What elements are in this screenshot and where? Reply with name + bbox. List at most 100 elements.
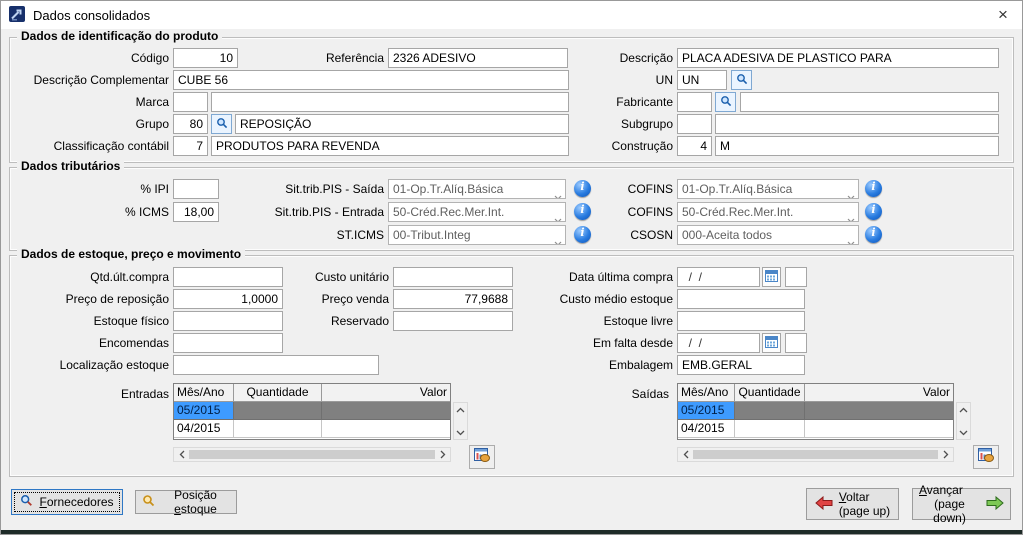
- forward-arrow-icon: [986, 496, 1004, 513]
- scrollbar-thumb[interactable]: [189, 450, 435, 459]
- cell-mes-ano[interactable]: 04/2015: [678, 420, 735, 438]
- calendar-icon: [765, 335, 778, 351]
- classificacao-contabil-label: Classificação contábil: [9, 136, 169, 156]
- em-falta-desde-field[interactable]: / /: [677, 333, 760, 353]
- cell-valor[interactable]: [322, 402, 450, 420]
- preco-venda-label: Preço venda: [251, 289, 389, 309]
- encomendas-field[interactable]: [173, 333, 283, 353]
- descricao-field[interactable]: PLACA ADESIVA DE PLASTICO PARA: [677, 48, 999, 68]
- fabricante-search-button[interactable]: [715, 92, 736, 112]
- fornecedores-button[interactable]: Fornecedores: [11, 489, 123, 515]
- scrollbar-thumb[interactable]: [693, 450, 938, 459]
- data-ultima-compra-field[interactable]: / /: [677, 267, 760, 287]
- cell-mes-ano[interactable]: 04/2015: [174, 420, 234, 438]
- cell-valor[interactable]: [805, 420, 953, 438]
- cell-valor[interactable]: [322, 420, 450, 438]
- scroll-right-icon[interactable]: [940, 450, 951, 459]
- cell-quantidade[interactable]: [735, 420, 805, 438]
- scroll-down-icon[interactable]: [455, 428, 466, 437]
- estoque-livre-label: Estoque livre: [501, 311, 673, 331]
- un-field[interactable]: UN: [677, 70, 727, 90]
- group-identificacao-title: Dados de identificação do produto: [17, 29, 222, 43]
- fabricante-field[interactable]: [740, 92, 999, 112]
- preco-venda-field[interactable]: 77,9688: [393, 289, 513, 309]
- saidas-horizontal-scrollbar[interactable]: [677, 447, 954, 462]
- cell-valor[interactable]: [805, 402, 953, 420]
- table-row[interactable]: 05/2015: [678, 402, 953, 420]
- app-icon: [9, 6, 25, 25]
- table-row[interactable]: 05/2015: [174, 402, 450, 420]
- saidas-chart-button[interactable]: [973, 445, 999, 469]
- estoque-livre-field[interactable]: [677, 311, 805, 331]
- table-row[interactable]: 04/2015: [174, 420, 450, 438]
- column-header[interactable]: Quantidade: [234, 384, 322, 402]
- marca-label: Marca: [9, 92, 169, 112]
- entradas-horizontal-scrollbar[interactable]: [173, 447, 451, 462]
- scroll-left-icon[interactable]: [176, 450, 187, 459]
- grupo-search-button[interactable]: [211, 114, 232, 134]
- cell-quantidade[interactable]: [234, 420, 322, 438]
- em-falta-desde-calendar-button[interactable]: [762, 333, 781, 353]
- icms-field[interactable]: 18,00: [173, 202, 219, 222]
- subgrupo-field[interactable]: [715, 114, 999, 134]
- marca-code-field[interactable]: [173, 92, 208, 112]
- un-search-button[interactable]: [731, 70, 752, 90]
- localizacao-estoque-field[interactable]: [173, 355, 379, 375]
- scroll-up-icon[interactable]: [455, 405, 466, 414]
- em-falta-desde-extra-field[interactable]: [785, 333, 807, 353]
- fabricante-code-field[interactable]: [677, 92, 712, 112]
- classificacao-contabil-code-field[interactable]: 7: [173, 136, 208, 156]
- cofins-saida-info-icon[interactable]: i: [865, 180, 882, 197]
- entradas-label: Entradas: [9, 384, 169, 404]
- table-row[interactable]: 04/2015: [678, 420, 953, 438]
- subgrupo-code-field[interactable]: [677, 114, 712, 134]
- voltar-button[interactable]: Voltar (page up): [806, 488, 899, 520]
- fornecedores-button-label: Fornecedores: [39, 495, 113, 509]
- cell-mes-ano[interactable]: 05/2015: [174, 402, 234, 420]
- entradas-chart-button[interactable]: [469, 445, 495, 469]
- embalagem-field[interactable]: EMB.GERAL: [677, 355, 805, 375]
- cofins-entrada-select[interactable]: 50-Créd.Rec.Mer.Int.: [677, 202, 859, 222]
- construcao-code-field[interactable]: 4: [677, 136, 712, 156]
- construcao-field[interactable]: M: [715, 136, 999, 156]
- data-ultima-compra-calendar-button[interactable]: [762, 267, 781, 287]
- column-header[interactable]: Mês/Ano: [678, 384, 735, 402]
- scroll-right-icon[interactable]: [437, 450, 448, 459]
- reservado-label: Reservado: [251, 311, 389, 331]
- close-icon[interactable]: ×: [984, 1, 1022, 29]
- un-label: UN: [501, 70, 673, 90]
- entradas-vertical-scrollbar[interactable]: [453, 402, 468, 440]
- column-header[interactable]: Mês/Ano: [174, 384, 234, 402]
- scroll-up-icon[interactable]: [958, 405, 969, 414]
- saidas-vertical-scrollbar[interactable]: [956, 402, 971, 440]
- embalagem-label: Embalagem: [501, 355, 673, 375]
- custo-medio-estoque-field[interactable]: [677, 289, 805, 309]
- back-arrow-icon: [815, 496, 833, 513]
- column-header[interactable]: Valor: [322, 384, 450, 402]
- cell-quantidade[interactable]: [234, 402, 322, 420]
- custo-unitario-field[interactable]: [393, 267, 513, 287]
- cell-quantidade[interactable]: [735, 402, 805, 420]
- column-header[interactable]: Valor: [805, 384, 953, 402]
- chevron-down-icon: [847, 210, 855, 222]
- column-header[interactable]: Quantidade: [735, 384, 805, 402]
- cofins-entrada-info-icon[interactable]: i: [865, 203, 882, 220]
- entradas-table: Mês/Ano Quantidade Valor 05/2015 04/2015: [173, 383, 451, 440]
- csosn-select[interactable]: 000-Aceita todos: [677, 225, 859, 245]
- cofins-saida-select[interactable]: 01-Op.Tr.Alíq.Básica: [677, 179, 859, 199]
- csosn-info-icon[interactable]: i: [865, 226, 882, 243]
- scroll-left-icon[interactable]: [680, 450, 691, 459]
- entradas-header: Mês/Ano Quantidade Valor: [174, 384, 450, 402]
- reservado-field[interactable]: [393, 311, 513, 331]
- grupo-code-field[interactable]: 80: [173, 114, 208, 134]
- codigo-label: Código: [9, 48, 169, 68]
- st-icms-label: ST.ICMS: [221, 225, 384, 245]
- ipi-field[interactable]: [173, 179, 219, 199]
- posicao-estoque-button[interactable]: Posição estoque: [135, 490, 237, 514]
- scroll-down-icon[interactable]: [958, 428, 969, 437]
- cell-mes-ano[interactable]: 05/2015: [678, 402, 735, 420]
- em-falta-desde-label: Em falta desde: [501, 333, 673, 353]
- chart-icon: [474, 448, 490, 466]
- data-ultima-compra-extra-field[interactable]: [785, 267, 807, 287]
- avancar-button[interactable]: Avançar (page down): [912, 488, 1011, 520]
